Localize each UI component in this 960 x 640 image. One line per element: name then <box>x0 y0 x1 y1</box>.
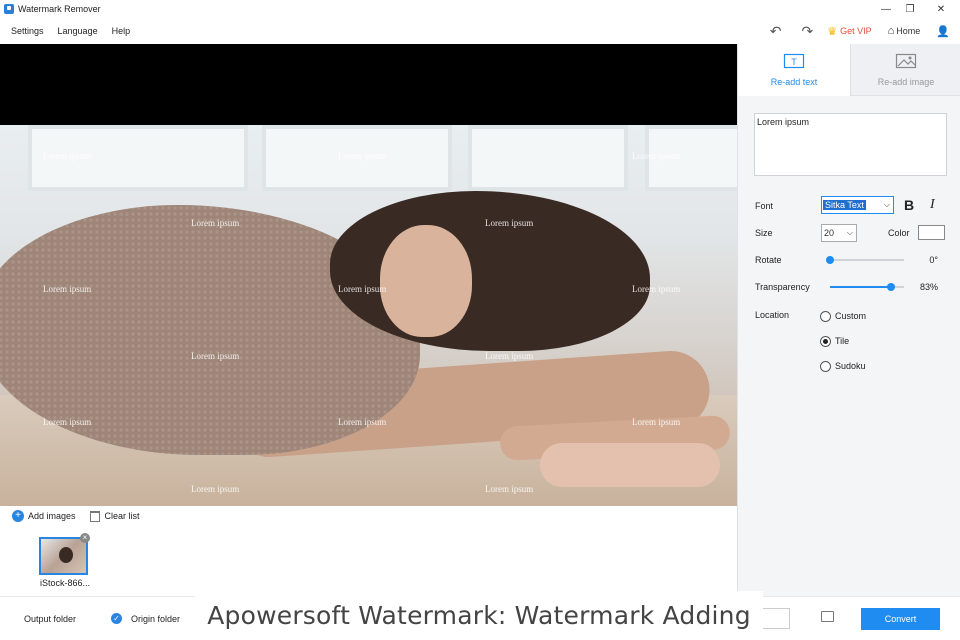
watermark-text: Lorem ipsum <box>191 218 240 228</box>
location-sudoku-label: Sudoku <box>835 361 866 371</box>
clear-list-button[interactable]: Clear list <box>89 510 140 522</box>
home-icon: ⌂ <box>887 25 895 37</box>
size-value: 20 <box>824 228 835 238</box>
transparency-label: Transparency <box>755 282 810 292</box>
convert-button[interactable]: Convert <box>861 608 940 630</box>
get-vip-button[interactable]: ♛ Get VIP <box>827 25 871 38</box>
tab-readd-image[interactable]: Re-add image <box>850 44 960 96</box>
image-icon <box>895 53 917 69</box>
redo-icon[interactable]: ↷ <box>802 23 814 40</box>
image-preview[interactable]: Lorem ipsum Lorem ipsum Lorem ipsum Lore… <box>0 44 737 506</box>
color-label: Color <box>888 228 910 238</box>
clear-list-label: Clear list <box>104 511 140 521</box>
thumbnail-filename: iStock-866... <box>40 578 91 588</box>
output-path-field[interactable] <box>760 608 790 629</box>
watermark-text: Lorem ipsum <box>191 351 240 361</box>
preview-photo: Lorem ipsum Lorem ipsum Lorem ipsum Lore… <box>0 125 737 506</box>
tab-readd-text-label: Re-add text <box>770 77 818 87</box>
tab-readd-image-label: Re-add image <box>877 76 935 87</box>
image-list-toolbar: + Add images Clear list <box>0 506 737 526</box>
watermark-text: Lorem ipsum <box>485 351 534 361</box>
watermark-text: Lorem ipsum <box>632 151 681 161</box>
rotate-label: Rotate <box>755 255 782 265</box>
watermark-text: Lorem ipsum <box>338 417 387 427</box>
transparency-slider-handle[interactable] <box>887 283 896 291</box>
location-tile-label: Tile <box>835 336 850 346</box>
transparency-slider[interactable] <box>830 283 904 291</box>
size-label: Size <box>755 228 773 238</box>
rotate-slider[interactable] <box>826 256 904 264</box>
bold-button[interactable]: B <box>904 197 914 213</box>
font-select[interactable]: Sitka Text ⌵ <box>821 196 894 214</box>
watermark-text: Lorem ipsum <box>43 151 92 161</box>
remove-thumbnail-icon[interactable]: × <box>80 533 90 543</box>
app-logo-icon <box>4 4 14 14</box>
watermark-text: Lorem ipsum <box>632 284 681 294</box>
menu-settings[interactable]: Settings <box>11 26 44 36</box>
location-sudoku-radio[interactable] <box>820 361 831 372</box>
menu-bar: Settings Language Help ↶ ↷ ♛ Get VIP ⌂ H… <box>0 18 960 44</box>
origin-folder-checkbox[interactable]: ✓ <box>111 613 122 624</box>
output-folder-label: Output folder <box>24 614 77 624</box>
font-label: Font <box>755 201 774 211</box>
settings-panel: T Re-add text Re-add image Lorem ipsum F… <box>737 44 960 596</box>
window-title: Watermark Remover <box>18 4 101 14</box>
trash-icon <box>89 510 100 522</box>
crown-icon: ♛ <box>827 25 838 38</box>
rotate-value: 0° <box>929 255 938 265</box>
top-toolbar: ↶ ↷ ♛ Get VIP ⌂ Home 👤 <box>770 18 960 44</box>
color-picker[interactable] <box>918 225 945 240</box>
home-button[interactable]: ⌂ Home <box>888 25 921 37</box>
home-label: Home <box>896 26 921 36</box>
text-frame-icon: T <box>783 53 805 69</box>
image-thumbnail[interactable] <box>39 537 88 575</box>
watermark-text: Lorem ipsum <box>338 151 387 161</box>
plus-icon: + <box>12 510 24 522</box>
font-value: Sitka Text <box>823 200 866 210</box>
add-images-label: Add images <box>28 511 76 521</box>
location-tile-radio[interactable] <box>820 336 831 347</box>
transparency-slider-fill <box>830 286 892 288</box>
tab-readd-text[interactable]: T Re-add text <box>738 44 850 96</box>
menu-help[interactable]: Help <box>112 26 131 36</box>
watermark-text: Lorem ipsum <box>191 484 240 494</box>
watermark-text: Lorem ipsum <box>43 417 92 427</box>
watermark-text: Lorem ipsum <box>632 417 681 427</box>
svg-text:T: T <box>791 57 797 67</box>
get-vip-label: Get VIP <box>840 26 872 36</box>
chevron-down-icon: ⌵ <box>846 228 853 237</box>
user-icon[interactable]: 👤 <box>936 25 950 38</box>
title-bar: Watermark Remover — ❐ ✕ <box>0 0 960 18</box>
watermark-text: Lorem ipsum <box>485 218 534 228</box>
folder-icon[interactable] <box>821 611 834 622</box>
add-images-button[interactable]: + Add images <box>12 510 76 522</box>
location-custom-label: Custom <box>835 311 867 321</box>
watermark-text-input[interactable]: Lorem ipsum <box>754 113 947 176</box>
watermark-text: Lorem ipsum <box>43 284 92 294</box>
chevron-down-icon: ⌵ <box>883 200 890 209</box>
undo-icon[interactable]: ↶ <box>770 23 782 40</box>
rotate-slider-handle[interactable] <box>826 256 834 264</box>
origin-folder-label: Origin folder <box>131 614 181 624</box>
watermark-text: Lorem ipsum <box>485 484 534 494</box>
transparency-value: 83% <box>919 282 938 292</box>
location-label: Location <box>755 310 790 320</box>
italic-button[interactable]: I <box>930 197 935 213</box>
location-custom-radio[interactable] <box>820 311 831 322</box>
restore-button[interactable]: ❐ <box>895 0 925 18</box>
size-select[interactable]: 20 ⌵ <box>821 224 857 242</box>
menu-language[interactable]: Language <box>58 26 98 36</box>
close-button[interactable]: ✕ <box>926 0 956 18</box>
caption-overlay: Apowersoft Watermark: Watermark Adding <box>195 591 763 640</box>
watermark-text: Lorem ipsum <box>338 284 387 294</box>
preview-letterbox <box>0 44 737 125</box>
